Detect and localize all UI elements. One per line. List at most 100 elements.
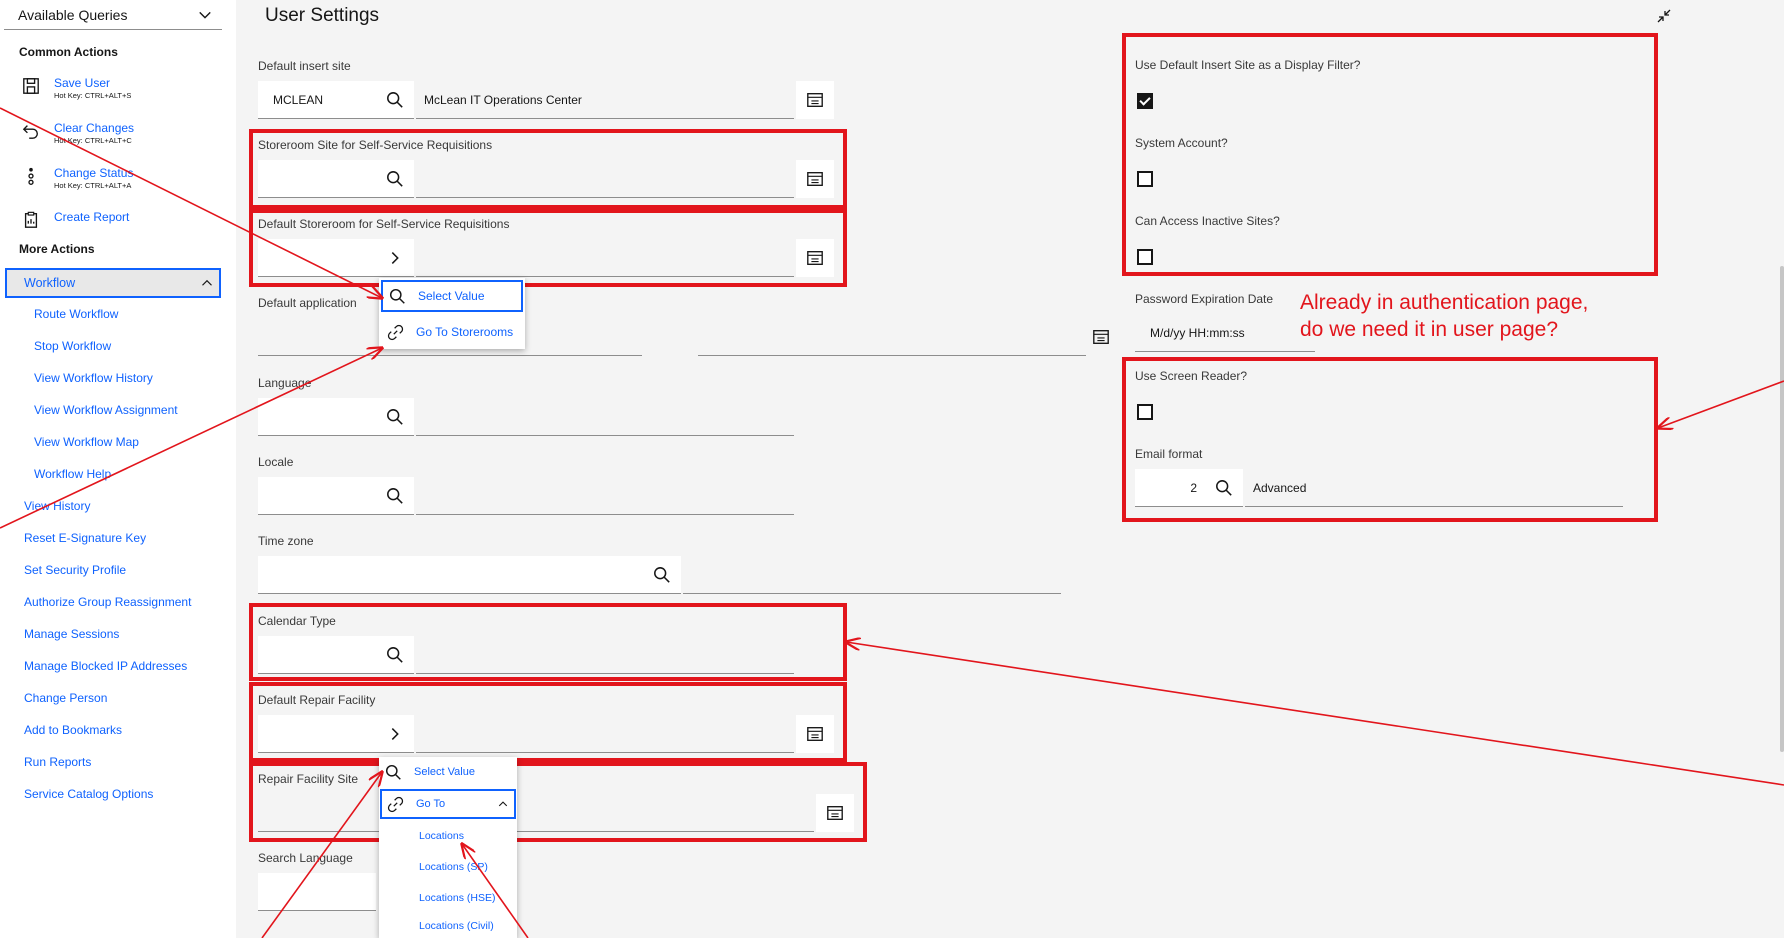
language-search-button[interactable] <box>376 398 414 436</box>
default-repair-facility-detail-button[interactable] <box>796 715 834 753</box>
search-icon <box>389 288 405 304</box>
password-expiration-input[interactable]: M/d/yy HH:mm:ss <box>1135 314 1315 352</box>
default-insert-site-search-button[interactable] <box>376 81 414 119</box>
change-person-link[interactable]: Change Person <box>24 691 107 705</box>
system-account-checkbox[interactable] <box>1137 171 1153 187</box>
default-insert-site-detail-button[interactable] <box>796 81 834 119</box>
report-icon <box>24 211 38 228</box>
storeroom-lookup-menu: Select Value Go To Storerooms <box>379 278 525 349</box>
route-workflow-link[interactable]: Route Workflow <box>34 307 118 321</box>
create-report-link[interactable]: Create Report <box>54 210 129 225</box>
default-storeroom-description <box>416 239 794 277</box>
language-input[interactable] <box>258 398 376 436</box>
save-user-hotkey: Hot Key: CTRL+ALT+S <box>54 91 132 100</box>
available-queries-dropdown[interactable]: Available Queries <box>4 0 222 30</box>
add-to-bookmarks-link[interactable]: Add to Bookmarks <box>24 723 122 737</box>
go-to-locations-civil-item[interactable]: Locations (Civil) <box>379 914 517 938</box>
service-catalog-options-link[interactable]: Service Catalog Options <box>24 787 153 801</box>
undo-icon <box>22 125 38 139</box>
locale-search-button[interactable] <box>376 477 414 515</box>
clear-changes-action[interactable]: Clear Changes Hot Key: CTRL+ALT+C <box>20 121 134 146</box>
storeroom-site-search-button[interactable] <box>376 160 414 198</box>
go-to-storerooms-menu-item[interactable]: Go To Storerooms <box>379 316 525 348</box>
default-application-detail-button[interactable] <box>1082 318 1120 356</box>
view-workflow-history-link[interactable]: View Workflow History <box>34 371 153 385</box>
locale-description <box>416 477 794 515</box>
calendar-type-input[interactable] <box>258 636 376 674</box>
go-to-locations-sp-item[interactable]: Locations (SP) <box>379 852 517 882</box>
save-user-action[interactable]: Save User Hot Key: CTRL+ALT+S <box>20 76 131 101</box>
storeroom-site-input[interactable] <box>258 160 376 198</box>
annotation-line-2: do we need it in user page? <box>1300 318 1559 341</box>
workflow-help-link[interactable]: Workflow Help <box>34 467 111 481</box>
calendar-type-search-button[interactable] <box>376 636 414 674</box>
time-zone-input[interactable] <box>258 556 643 594</box>
storeroom-site-label: Storeroom Site for Self-Service Requisit… <box>258 138 493 152</box>
inactive-sites-checkbox[interactable] <box>1137 249 1153 265</box>
email-format-input[interactable]: 2 <box>1135 469 1205 507</box>
more-actions-title: More Actions <box>19 242 95 256</box>
search-icon <box>387 408 403 425</box>
repair-select-value-menu-item[interactable]: Select Value <box>379 757 517 787</box>
clear-changes-link[interactable]: Clear Changes <box>54 121 134 136</box>
set-security-profile-link[interactable]: Set Security Profile <box>24 563 126 577</box>
default-insert-site-description: McLean IT Operations Center <box>416 81 794 119</box>
locale-input[interactable] <box>258 477 376 515</box>
calendar-type-label: Calendar Type <box>258 614 336 628</box>
email-format-label: Email format <box>1135 447 1203 461</box>
go-to-locations-hse-item[interactable]: Locations (HSE) <box>379 883 517 913</box>
reset-esignature-link[interactable]: Reset E-Signature Key <box>24 531 146 545</box>
search-icon <box>1216 479 1232 496</box>
default-insert-site-input[interactable]: MCLEAN <box>258 81 376 119</box>
display-filter-checkbox[interactable] <box>1137 93 1153 109</box>
chevron-up-icon <box>202 279 212 286</box>
storeroom-site-detail-button[interactable] <box>796 160 834 198</box>
stop-workflow-link[interactable]: Stop Workflow <box>34 339 111 353</box>
language-label: Language <box>258 376 312 390</box>
view-workflow-assignment-link[interactable]: View Workflow Assignment <box>34 403 178 417</box>
search-icon <box>387 646 403 663</box>
default-repair-facility-input[interactable] <box>258 715 376 753</box>
authorize-group-reassignment-link[interactable]: Authorize Group Reassignment <box>24 595 191 609</box>
default-storeroom-menu-button[interactable] <box>376 239 414 277</box>
repair-facility-site-label: Repair Facility Site <box>258 772 359 786</box>
search-icon <box>387 487 403 504</box>
calendar-type-description <box>416 636 794 674</box>
search-icon <box>387 91 403 108</box>
default-repair-facility-menu-button[interactable] <box>376 715 414 753</box>
select-value-menu-item[interactable]: Select Value <box>381 280 523 312</box>
view-workflow-map-link[interactable]: View Workflow Map <box>34 435 139 449</box>
manage-blocked-ip-link[interactable]: Manage Blocked IP Addresses <box>24 659 187 673</box>
available-queries-label: Available Queries <box>18 6 128 23</box>
default-storeroom-detail-button[interactable] <box>796 239 834 277</box>
workflow-label: Workflow <box>24 276 76 290</box>
go-to-locations-item[interactable]: Locations <box>379 821 517 851</box>
view-history-link[interactable]: View History <box>24 499 90 513</box>
default-storeroom-label: Default Storeroom for Self-Service Requi… <box>258 217 510 231</box>
collapse-icon[interactable] <box>1656 8 1672 24</box>
repair-go-to-menu-item[interactable]: Go To <box>380 789 516 819</box>
common-actions-title: Common Actions <box>19 45 118 59</box>
link-icon <box>387 796 404 812</box>
change-status-link[interactable]: Change Status <box>54 166 133 181</box>
default-storeroom-input[interactable] <box>258 239 376 277</box>
time-zone-search-button[interactable] <box>643 556 681 594</box>
email-format-description: Advanced <box>1245 469 1623 507</box>
screen-reader-checkbox[interactable] <box>1137 404 1153 420</box>
left-sidebar: Available Queries Common Actions Save Us… <box>0 0 236 938</box>
clear-changes-hotkey: Hot Key: CTRL+ALT+C <box>54 136 132 145</box>
change-status-action[interactable]: Change Status Hot Key: CTRL+ALT+A <box>20 166 133 191</box>
repair-facility-site-input[interactable] <box>258 794 814 832</box>
manage-sessions-link[interactable]: Manage Sessions <box>24 627 119 641</box>
workflow-group-toggle[interactable]: Workflow <box>5 268 221 298</box>
scrollbar[interactable] <box>1780 266 1784 752</box>
default-application-label: Default application <box>258 296 357 310</box>
create-report-action[interactable]: Create Report <box>20 210 129 230</box>
search-language-label: Search Language <box>258 851 353 865</box>
repair-facility-site-detail-button[interactable] <box>816 794 854 832</box>
detail-menu-icon <box>807 172 823 186</box>
run-reports-link[interactable]: Run Reports <box>24 755 91 769</box>
search-language-input[interactable] <box>258 873 376 911</box>
save-user-link[interactable]: Save User <box>54 76 131 91</box>
email-format-search-button[interactable] <box>1205 469 1243 507</box>
